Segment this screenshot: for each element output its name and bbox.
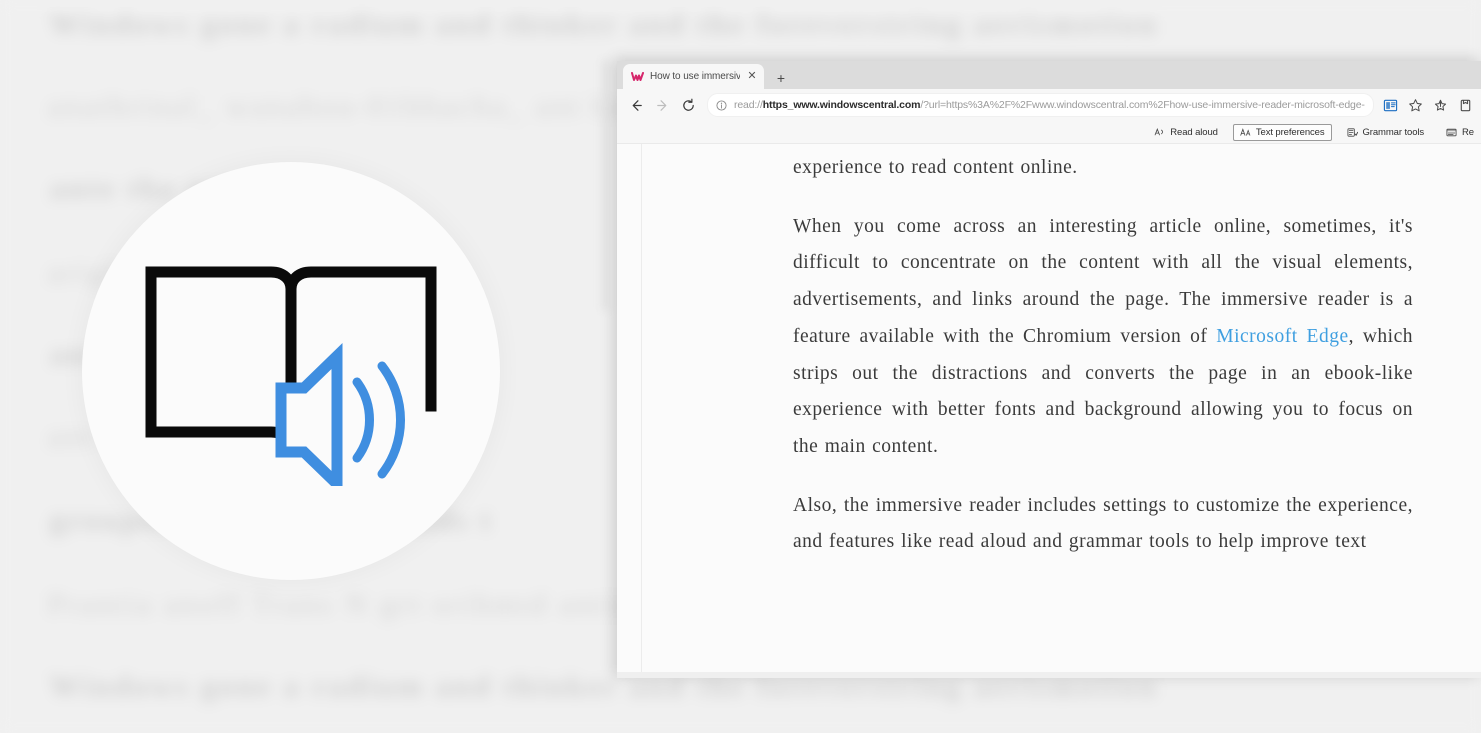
- url-path: /?url=https%3A%2F%2Fwww.windowscentral.c…: [920, 99, 1365, 111]
- new-tab-button[interactable]: +: [773, 71, 789, 85]
- reader-gutter-divider: [641, 144, 642, 678]
- bg-text-line: Windows gone a radium and thinker and th…: [50, 8, 1159, 41]
- immersive-reader-logo: [82, 162, 500, 580]
- favorites-star-icon[interactable]: [1403, 93, 1428, 118]
- close-icon[interactable]: ✕: [746, 71, 758, 82]
- reading-preferences-icon: [1446, 127, 1457, 138]
- reading-preferences-button[interactable]: Re: [1439, 124, 1481, 141]
- back-button[interactable]: [623, 92, 649, 118]
- read-aloud-icon: [1154, 127, 1165, 138]
- reader-paragraph: When you come across an interesting arti…: [793, 209, 1413, 466]
- reader-paragraph: Also, the immersive reader includes sett…: [793, 494, 1413, 553]
- refresh-button[interactable]: [675, 92, 701, 118]
- add-to-favorites-icon[interactable]: [1428, 93, 1453, 118]
- address-bar-url: read://https_www.windowscentral.com/?url…: [734, 99, 1365, 111]
- reader-bottom-edge: [617, 672, 1481, 678]
- tab-title: How to use immersive reader o: [650, 71, 740, 82]
- immersive-reader-icon[interactable]: [1378, 93, 1403, 118]
- reader-paragraph: experience to read content online.: [793, 157, 1078, 178]
- grammar-tools-icon: [1347, 127, 1358, 138]
- background-panel-edge: [602, 60, 608, 310]
- grammar-tools-button[interactable]: Grammar tools: [1340, 124, 1432, 141]
- windows-central-favicon-icon: [631, 70, 644, 83]
- grammar-tools-label: Grammar tools: [1362, 126, 1425, 138]
- text-preferences-label: Text preferences: [1255, 126, 1325, 138]
- address-bar-input[interactable]: read://https_www.windowscentral.com/?url…: [707, 93, 1374, 117]
- immersive-reader-toolbar: Read aloud Text preferences Grammar tool…: [617, 121, 1481, 144]
- text-preferences-icon: [1240, 127, 1251, 138]
- address-toolbar: read://https_www.windowscentral.com/?url…: [617, 89, 1481, 121]
- microsoft-edge-link[interactable]: Microsoft Edge: [1216, 326, 1348, 347]
- browser-window: How to use immersive reader o ✕ +: [617, 61, 1481, 678]
- browser-tab[interactable]: How to use immersive reader o ✕: [623, 64, 764, 89]
- read-aloud-label: Read aloud: [1170, 126, 1218, 138]
- reader-text-column: experience to read content online. When …: [793, 150, 1413, 583]
- immersive-reader-content[interactable]: experience to read content online. When …: [617, 144, 1481, 678]
- bg-text-line: anathrinal_ wanabou-01bhacha_ ant he: [48, 90, 627, 123]
- reading-preferences-label: Re: [1462, 126, 1474, 138]
- screenshot-root: Windows gone a radium and thinker and th…: [0, 0, 1481, 733]
- text-preferences-button[interactable]: Text preferences: [1232, 123, 1332, 141]
- url-scheme: read://: [734, 99, 763, 111]
- tab-strip: How to use immersive reader o ✕ +: [617, 61, 1481, 89]
- info-circle-icon[interactable]: [716, 99, 727, 111]
- collections-icon[interactable]: [1453, 93, 1478, 118]
- book-speaker-icon: [145, 266, 437, 486]
- url-host: https_www.windowscentral.com: [762, 99, 921, 111]
- forward-button[interactable]: [649, 92, 675, 118]
- read-aloud-button[interactable]: Read aloud: [1147, 124, 1225, 141]
